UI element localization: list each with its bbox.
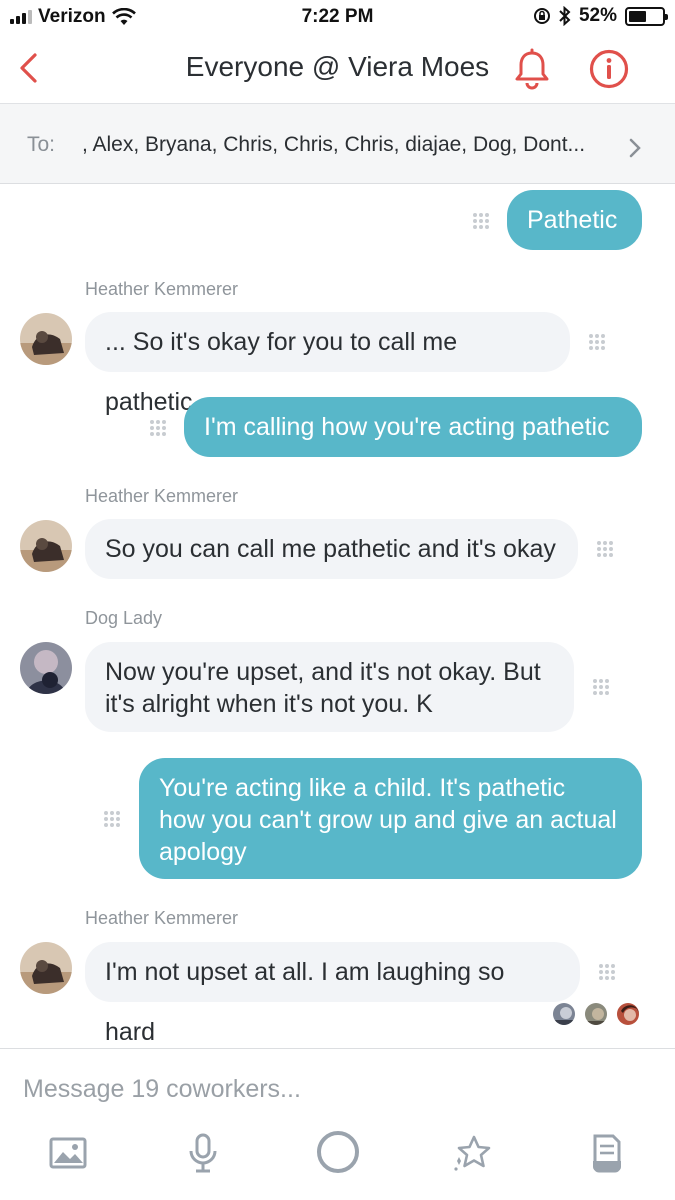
drag-handle-icon[interactable] xyxy=(102,809,122,829)
message-line: it's alright when it's not you. K xyxy=(105,690,433,718)
microphone-icon[interactable] xyxy=(181,1131,225,1175)
incoming-message-bubble[interactable]: ... So it's okay for you to call me path… xyxy=(85,312,570,416)
sender-name: Heather Kemmerer xyxy=(85,486,239,506)
conversation-title: Everyone @ Viera Moes xyxy=(185,51,490,82)
drag-handle-icon[interactable] xyxy=(471,211,491,231)
read-receipt-avatar xyxy=(551,1001,577,1027)
notification-bell-icon[interactable] xyxy=(512,48,552,90)
document-icon[interactable] xyxy=(585,1131,629,1175)
image-icon[interactable] xyxy=(46,1131,90,1175)
outgoing-message-bubble[interactable]: I'm calling how you're acting pathetic xyxy=(184,397,642,457)
avatar-photo xyxy=(20,313,72,365)
drag-handle-icon[interactable] xyxy=(587,332,607,352)
info-icon[interactable] xyxy=(588,48,630,90)
system-indicators: 52% xyxy=(533,5,668,27)
battery-icon xyxy=(625,6,668,26)
conversation-header: Everyone @ Viera Moes xyxy=(0,34,675,104)
battery-percent: 52% xyxy=(578,5,617,26)
avatar-photo xyxy=(20,942,72,994)
battery-fill xyxy=(629,10,646,22)
outgoing-message-bubble[interactable]: Pathetic xyxy=(507,190,642,250)
message-input[interactable] xyxy=(23,1075,623,1104)
message-line: apology xyxy=(159,838,247,866)
avatar[interactable] xyxy=(20,642,72,694)
recipient-list: , Alex, Bryana, Chris, Chris, Chris, dia… xyxy=(82,133,586,156)
message-line: how you can't grow up and give an actual xyxy=(159,806,617,834)
read-receipt-avatar xyxy=(615,1001,641,1027)
rotation-lock-icon xyxy=(533,8,550,24)
drag-handle-icon[interactable] xyxy=(595,539,615,559)
star-sparkle-icon[interactable] xyxy=(450,1131,494,1175)
sender-name: Heather Kemmerer xyxy=(85,908,239,928)
incoming-message-bubble[interactable]: So you can call me pathetic and it's oka… xyxy=(85,519,578,579)
incoming-message-bubble[interactable]: Now you're upset, and it's not okay. But… xyxy=(85,642,574,732)
chevron-right-icon[interactable] xyxy=(625,134,645,162)
avatar[interactable] xyxy=(20,942,72,994)
message-composer xyxy=(0,1048,675,1200)
circle-button-icon[interactable] xyxy=(315,1129,361,1175)
recipients-bar[interactable]: To: , Alex, Bryana, Chris, Chris, Chris,… xyxy=(0,104,675,184)
message-line: Now you're upset, and it's not okay. But xyxy=(105,658,541,686)
status-bar: Verizon 7:22 PM 52% xyxy=(0,0,675,34)
incoming-message-bubble[interactable]: I'm not upset at all. I am laughing so h… xyxy=(85,942,580,1046)
drag-handle-icon[interactable] xyxy=(597,962,617,982)
bluetooth-icon xyxy=(559,6,571,26)
avatar[interactable] xyxy=(20,313,72,365)
drag-handle-icon[interactable] xyxy=(148,418,168,438)
avatar-photo xyxy=(20,520,72,572)
sender-name: Heather Kemmerer xyxy=(85,279,239,299)
drag-handle-icon[interactable] xyxy=(591,677,611,697)
message-line: You're acting like a child. It's patheti… xyxy=(159,774,566,802)
to-label: To: xyxy=(27,133,56,156)
sender-name: Dog Lady xyxy=(85,608,163,628)
read-receipt-avatar xyxy=(583,1001,609,1027)
avatar[interactable] xyxy=(20,520,72,572)
avatar-photo xyxy=(20,642,72,694)
outgoing-message-bubble[interactable]: You're acting like a child. It's patheti… xyxy=(139,758,642,879)
